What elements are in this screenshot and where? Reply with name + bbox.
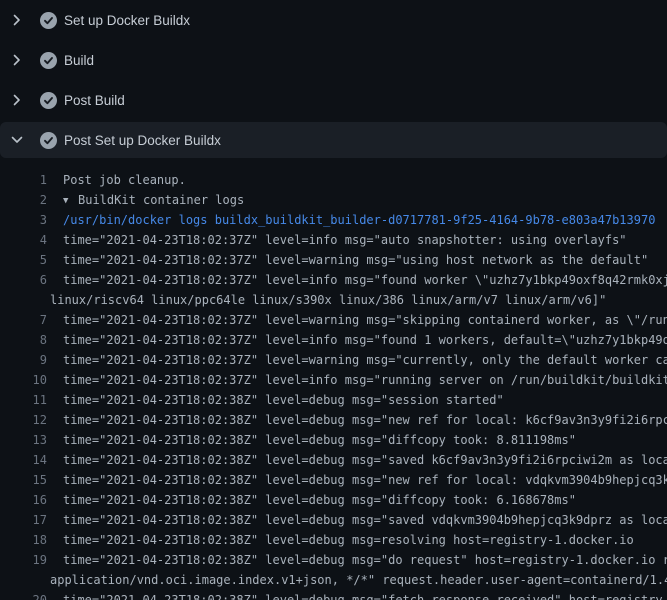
step-row-set-up-docker-buildx[interactable]: Set up Docker Buildx — [0, 0, 667, 40]
step-row-post-set-up-docker-buildx[interactable]: Post Set up Docker Buildx — [0, 122, 667, 158]
log-text: time="2021-04-23T18:02:37Z" level=info m… — [47, 330, 667, 350]
log-line: 20time="2021-04-23T18:02:38Z" level=debu… — [0, 590, 667, 600]
log-line: 5time="2021-04-23T18:02:37Z" level=warni… — [0, 250, 667, 270]
check-circle-icon — [40, 92, 57, 109]
log-line-continuation: application/vnd.oci.image.index.v1+json,… — [0, 570, 667, 590]
chevron-right-icon[interactable] — [9, 92, 25, 108]
log-text: time="2021-04-23T18:02:37Z" level=info m… — [47, 270, 667, 290]
step-label: Build — [64, 53, 94, 68]
step-label: Set up Docker Buildx — [64, 13, 190, 28]
actions-log-viewer: Set up Docker Buildx Build Post Build Post … — [0, 0, 667, 600]
line-number[interactable]: 11 — [0, 390, 47, 410]
line-number[interactable]: 15 — [0, 470, 47, 490]
log-text: time="2021-04-23T18:02:38Z" level=debug … — [47, 550, 667, 570]
line-number[interactable]: 19 — [0, 550, 47, 570]
log-line: 1Post job cleanup. — [0, 170, 667, 190]
check-circle-icon — [40, 52, 57, 69]
chevron-right-icon[interactable] — [9, 52, 25, 68]
log-text: time="2021-04-23T18:02:37Z" level=info m… — [47, 230, 627, 250]
log-line: 17time="2021-04-23T18:02:38Z" level=debu… — [0, 510, 667, 530]
line-number[interactable]: 10 — [0, 370, 47, 390]
log-text: time="2021-04-23T18:02:38Z" level=debug … — [47, 530, 634, 550]
log-text: time="2021-04-23T18:02:37Z" level=info m… — [47, 370, 667, 390]
line-number[interactable]: 12 — [0, 410, 47, 430]
log-line: 9time="2021-04-23T18:02:37Z" level=warni… — [0, 350, 667, 370]
group-expanded-triangle-icon[interactable]: ▼ — [63, 191, 78, 210]
line-number[interactable]: 6 — [0, 270, 47, 290]
log-text: time="2021-04-23T18:02:38Z" level=debug … — [47, 590, 667, 600]
log-line: 4time="2021-04-23T18:02:37Z" level=info … — [0, 230, 667, 250]
log-line: 2▼BuildKit container logs — [0, 190, 667, 210]
log-line: 13time="2021-04-23T18:02:38Z" level=debu… — [0, 430, 667, 450]
check-circle-icon — [40, 12, 57, 29]
step-row-post-build[interactable]: Post Build — [0, 80, 667, 120]
log-line: 12time="2021-04-23T18:02:38Z" level=debu… — [0, 410, 667, 430]
log-line: 10time="2021-04-23T18:02:37Z" level=info… — [0, 370, 667, 390]
log-line: 14time="2021-04-23T18:02:38Z" level=debu… — [0, 450, 667, 470]
line-number[interactable]: 16 — [0, 490, 47, 510]
log-text: time="2021-04-23T18:02:37Z" level=warnin… — [47, 310, 667, 330]
chevron-down-icon[interactable] — [9, 132, 25, 148]
log-group-header[interactable]: ▼BuildKit container logs — [47, 190, 244, 210]
step-row-build[interactable]: Build — [0, 40, 667, 80]
log-line: 6time="2021-04-23T18:02:37Z" level=info … — [0, 270, 667, 290]
log-text: time="2021-04-23T18:02:38Z" level=debug … — [47, 410, 667, 430]
step-label: Post Set up Docker Buildx — [64, 133, 221, 148]
log-text: time="2021-04-23T18:02:38Z" level=debug … — [47, 490, 576, 510]
log-line: 3/usr/bin/docker logs buildx_buildkit_bu… — [0, 210, 667, 230]
check-circle-icon — [40, 132, 57, 149]
log-line: 15time="2021-04-23T18:02:38Z" level=debu… — [0, 470, 667, 490]
line-number[interactable]: 1 — [0, 170, 47, 190]
line-number[interactable]: 7 — [0, 310, 47, 330]
line-number[interactable]: 18 — [0, 530, 47, 550]
log-text: time="2021-04-23T18:02:37Z" level=warnin… — [47, 250, 648, 270]
log-text: time="2021-04-23T18:02:38Z" level=debug … — [47, 510, 667, 530]
log-line: 8time="2021-04-23T18:02:37Z" level=info … — [0, 330, 667, 350]
log-text: time="2021-04-23T18:02:38Z" level=debug … — [47, 450, 667, 470]
log-line: 7time="2021-04-23T18:02:37Z" level=warni… — [0, 310, 667, 330]
line-number[interactable]: 4 — [0, 230, 47, 250]
log-text: time="2021-04-23T18:02:38Z" level=debug … — [47, 430, 576, 450]
steps-list: Set up Docker Buildx Build Post Build Post … — [0, 0, 667, 158]
log-text: time="2021-04-23T18:02:38Z" level=debug … — [47, 470, 667, 490]
line-number[interactable]: 9 — [0, 350, 47, 370]
line-number[interactable]: 3 — [0, 210, 47, 230]
log-line: 19time="2021-04-23T18:02:38Z" level=debu… — [0, 550, 667, 570]
line-number[interactable]: 14 — [0, 450, 47, 470]
log-line: 18time="2021-04-23T18:02:38Z" level=debu… — [0, 530, 667, 550]
log-command-text: /usr/bin/docker logs buildx_buildkit_bui… — [47, 210, 655, 230]
group-title: BuildKit container logs — [78, 193, 244, 207]
line-number[interactable]: 13 — [0, 430, 47, 450]
log-text: time="2021-04-23T18:02:37Z" level=warnin… — [47, 350, 667, 370]
log-line-continuation: linux/riscv64 linux/ppc64le linux/s390x … — [0, 290, 667, 310]
line-number[interactable]: 2 — [0, 190, 47, 210]
line-number[interactable]: 8 — [0, 330, 47, 350]
log-text: Post job cleanup. — [47, 170, 186, 190]
step-label: Post Build — [64, 93, 125, 108]
line-number[interactable]: 17 — [0, 510, 47, 530]
log-area: 1Post job cleanup.2▼BuildKit container l… — [0, 160, 667, 600]
line-number[interactable]: 5 — [0, 250, 47, 270]
log-line: 16time="2021-04-23T18:02:38Z" level=debu… — [0, 490, 667, 510]
log-line: 11time="2021-04-23T18:02:38Z" level=debu… — [0, 390, 667, 410]
line-number[interactable]: 20 — [0, 590, 47, 600]
chevron-right-icon[interactable] — [9, 12, 25, 28]
log-text: time="2021-04-23T18:02:38Z" level=debug … — [47, 390, 504, 410]
